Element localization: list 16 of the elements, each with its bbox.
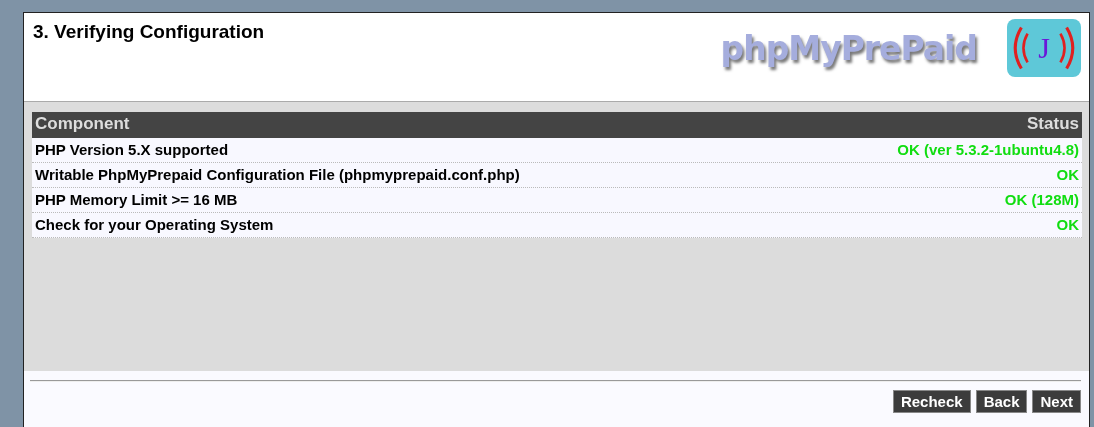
- status-text: OK (128M): [1004, 191, 1079, 210]
- logo-badge: J: [1007, 19, 1081, 77]
- table-cell: PHP Version 5.X supported: [35, 141, 229, 160]
- nav-button[interactable]: Recheck: [892, 390, 971, 413]
- status-text: OK: [1056, 166, 1079, 185]
- nav-button[interactable]: Next: [1032, 390, 1081, 413]
- column-header: Status: [1027, 114, 1079, 135]
- nav-button[interactable]: Back: [975, 390, 1028, 413]
- page-title: 3. Verifying Configuration: [33, 21, 265, 44]
- table-cell: Writable PhpMyPrepaid Configuration File (phpmyprepaid.conf.php): [35, 166, 520, 185]
- status-text: OK: [1056, 216, 1079, 235]
- table-cell: Check for your Operating System: [35, 216, 274, 235]
- column-header: Component: [35, 114, 130, 135]
- table-cell: PHP Memory Limit >= 16 MB: [35, 191, 238, 210]
- status-text: OK (ver 5.3.2-1ubuntu4.8): [897, 141, 1079, 160]
- logo-wordmark: phpMyPrePaid: [720, 28, 977, 68]
